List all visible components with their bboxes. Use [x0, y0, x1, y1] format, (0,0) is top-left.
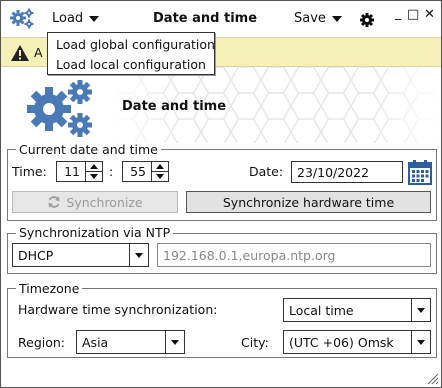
- save-menu-button[interactable]: Save: [294, 11, 342, 26]
- warning-icon: [10, 44, 30, 65]
- city-label: City:: [241, 335, 269, 350]
- hw-sync-label: Hardware time synchronization:: [18, 302, 218, 317]
- load-menu-button[interactable]: Load: [52, 11, 100, 26]
- chevron-down-icon[interactable]: [165, 331, 184, 353]
- hours-up-icon[interactable]: [86, 162, 102, 172]
- minutes-stepper[interactable]: [152, 161, 169, 182]
- time-separator: :: [109, 164, 114, 179]
- hours-field[interactable]: 11: [56, 161, 86, 182]
- timezone-legend: Timezone: [16, 281, 83, 296]
- hours-down-icon[interactable]: [86, 172, 102, 182]
- synchronize-label: Synchronize: [66, 194, 143, 210]
- calendar-icon[interactable]: [408, 159, 432, 188]
- minutes-field[interactable]: 55: [122, 161, 152, 182]
- app-settings-icon: [9, 8, 35, 33]
- hw-sync-select[interactable]: Local time: [283, 298, 431, 322]
- settings-gears-icon: [25, 79, 95, 142]
- city-value: (UTC +06) Omsk: [289, 334, 394, 350]
- chevron-down-icon: [331, 15, 342, 22]
- close-button[interactable]: ✕: [424, 8, 435, 21]
- date-field[interactable]: 23/10/2022: [291, 161, 403, 183]
- region-select[interactable]: Asia: [76, 330, 185, 354]
- chevron-down-icon: [89, 15, 100, 22]
- ntp-mode-select[interactable]: DHCP: [12, 243, 149, 267]
- refresh-icon: [47, 195, 61, 209]
- load-dropdown-menu: Load global configuration Load local con…: [47, 32, 215, 75]
- chevron-down-icon[interactable]: [129, 244, 148, 266]
- maximize-button[interactable]: □: [407, 8, 419, 21]
- resize-grip-icon[interactable]: [425, 371, 439, 388]
- region-label: Region:: [18, 335, 66, 350]
- synchronize-hardware-time-button[interactable]: Synchronize hardware time: [186, 191, 431, 213]
- ntp-legend: Synchronization via NTP: [16, 225, 174, 240]
- synchronize-button[interactable]: Synchronize: [12, 191, 178, 213]
- load-label: Load: [52, 11, 84, 26]
- city-select[interactable]: (UTC +06) Omsk: [283, 330, 431, 354]
- menu-item-load-global[interactable]: Load global configuration: [56, 37, 215, 52]
- minimize-button[interactable]: _: [395, 7, 402, 20]
- ntp-servers-field[interactable]: 192.168.0.1,europa.ntp.org: [157, 243, 431, 267]
- hours-stepper[interactable]: [86, 161, 103, 182]
- chevron-down-icon[interactable]: [411, 299, 430, 321]
- minutes-down-icon[interactable]: [152, 172, 168, 182]
- menu-item-load-local[interactable]: Load local configuration: [56, 57, 206, 72]
- minutes-up-icon[interactable]: [152, 162, 168, 172]
- chevron-down-icon[interactable]: [411, 331, 430, 353]
- save-label: Save: [294, 11, 326, 26]
- ntp-mode-value: DHCP: [18, 247, 54, 263]
- window-title: Date and time: [153, 11, 258, 26]
- gear-icon[interactable]: [359, 12, 375, 31]
- notification-text: A: [34, 45, 43, 60]
- window: Load Date and time Save _ □ ✕ A Load glo…: [0, 0, 442, 388]
- region-value: Asia: [82, 334, 109, 350]
- banner-title: Date and time: [122, 99, 227, 114]
- date-label: Date:: [249, 164, 284, 179]
- hw-sync-value: Local time: [289, 302, 354, 318]
- time-label: Time:: [12, 164, 47, 179]
- current-datetime-legend: Current date and time: [16, 142, 161, 157]
